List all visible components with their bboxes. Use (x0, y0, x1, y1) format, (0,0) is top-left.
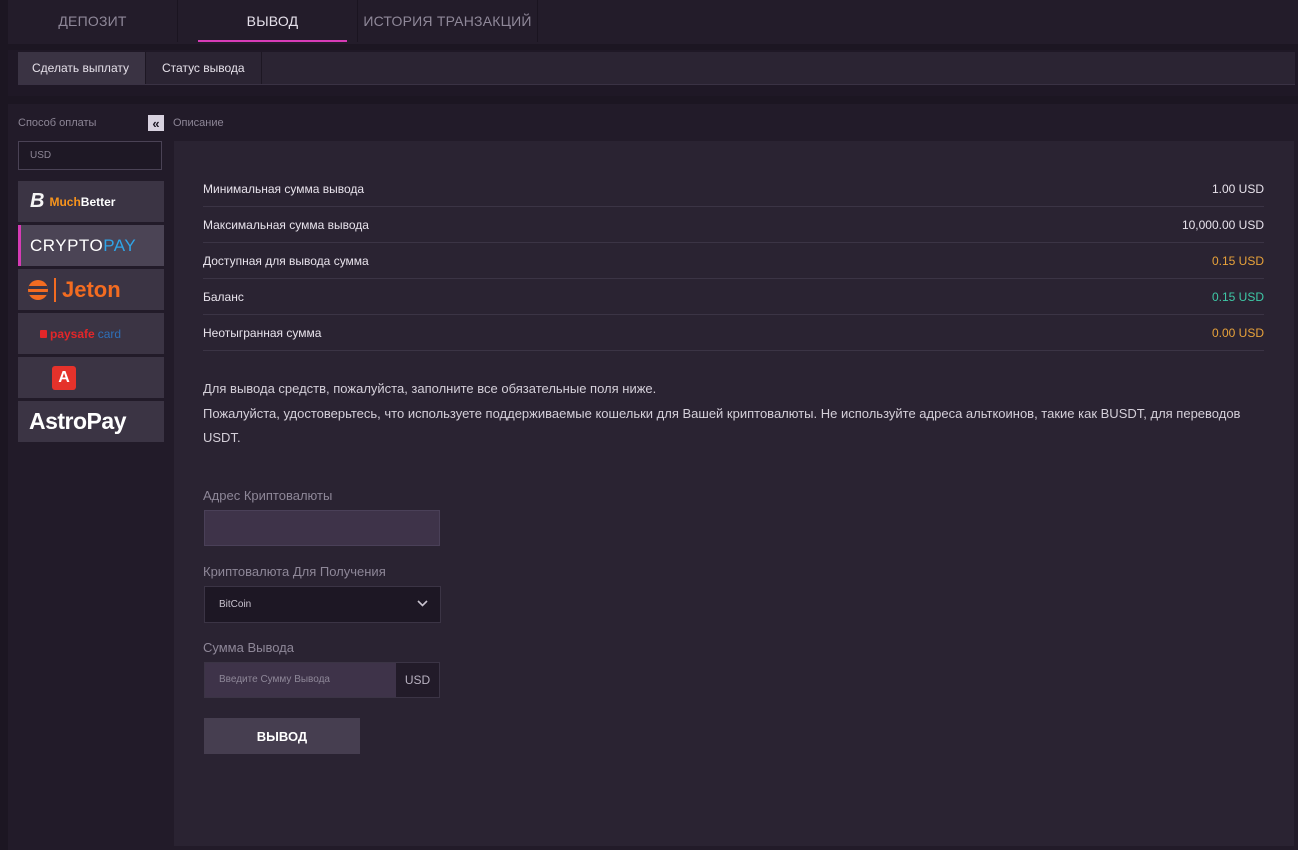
payment-method-jeton[interactable]: Jeton (18, 269, 164, 310)
astropay-logo: AstroPay (29, 408, 126, 434)
withdraw-amount-label: Сумма Вывода (203, 640, 294, 655)
info-row-available: Доступная для вывода сумма 0.15 USD (203, 243, 1264, 279)
withdraw-amount-group: Введите Сумму Вывода USD (204, 662, 440, 698)
jeton-logo: Jeton (18, 277, 121, 303)
withdraw-notice: Для вывода средств, пожалуйста, заполнит… (203, 377, 1273, 451)
muchbetter-logo: B MuchBetter (18, 190, 115, 213)
withdraw-submit-button[interactable]: ВЫВОД (204, 718, 360, 754)
withdraw-amount-currency: USD (396, 663, 439, 697)
info-label: Минимальная сумма вывода (203, 181, 365, 196)
tab-withdraw[interactable]: ВЫВОД (188, 0, 358, 42)
limits-table: Минимальная сумма вывода 1.00 USD Максим… (203, 171, 1264, 351)
tab-transaction-history[interactable]: ИСТОРИЯ ТРАНЗАКЦИЙ (358, 0, 538, 42)
subtab-withdraw-status[interactable]: Статус вывода (146, 52, 262, 84)
muchbetter-b-icon: B (30, 190, 45, 212)
a-logo: A (18, 365, 76, 390)
info-value: 1.00 USD (1211, 181, 1264, 196)
withdraw-amount-input[interactable]: Введите Сумму Вывода (205, 663, 396, 697)
notice-line-1: Для вывода средств, пожалуйста, заполнит… (203, 381, 657, 396)
sub-tab-bar: Сделать выплату Статус вывода (8, 50, 1298, 96)
crypto-address-label: Адрес Криптовалюты (203, 488, 333, 503)
tab-spacer (178, 0, 188, 42)
top-tabs: ДЕПОЗИТ ВЫВОД ИСТОРИЯ ТРАНЗАКЦИЙ (8, 0, 1298, 44)
info-row-unwagered: Неотыгранная сумма 0.00 USD (203, 315, 1264, 351)
crypto-currency-select[interactable]: BitCoin (204, 586, 441, 623)
info-value: 10,000.00 USD (1181, 217, 1264, 232)
paysafecard-paysafe: paysafe (50, 326, 95, 341)
description-label: Описание (173, 117, 224, 129)
crypto-currency-label: Криптовалюта Для Получения (203, 564, 386, 579)
info-value: 0.15 USD (1211, 253, 1264, 268)
a-logo-icon: A (52, 365, 76, 390)
paysafecard-lock-icon (40, 329, 47, 338)
subtab-make-payout[interactable]: Сделать выплату (18, 52, 146, 84)
notice-line-2: Пожалуйста, удостоверьтесь, что использу… (203, 405, 1241, 446)
currency-filter-select[interactable]: USD (18, 141, 162, 170)
jeton-text: Jeton (62, 276, 121, 302)
withdraw-details: Минимальная сумма вывода 1.00 USD Максим… (174, 141, 1294, 846)
info-label: Неотыгранная сумма (203, 325, 322, 340)
payment-method-a[interactable]: A (18, 357, 164, 398)
payment-method-paysafecard[interactable]: paysafe card (18, 313, 164, 354)
payment-method-astropay[interactable]: AstroPay (18, 401, 164, 442)
payment-method-muchbetter[interactable]: B MuchBetter (18, 181, 164, 222)
info-label: Баланс (203, 289, 244, 304)
payment-method-cryptopay[interactable]: CRYPTOPAY (18, 225, 164, 266)
info-value: 0.00 USD (1211, 325, 1264, 340)
payment-method-label: Способ оплаты (18, 117, 97, 129)
cryptopay-pay: PAY (103, 235, 137, 255)
paysafecard-card: card (97, 326, 122, 341)
muchbetter-much: Much (49, 194, 81, 209)
sub-tabs: Сделать выплату Статус вывода (18, 52, 1295, 85)
info-value: 0.15 USD (1211, 289, 1264, 304)
cryptopay-crypto: CRYPTO (30, 235, 104, 255)
crypto-address-input[interactable] (204, 510, 440, 546)
payment-method-list: B MuchBetter CRYPTOPAY Jeton paysafe card… (18, 181, 164, 445)
info-row-min: Минимальная сумма вывода 1.00 USD (203, 171, 1264, 207)
info-row-balance: Баланс 0.15 USD (203, 279, 1264, 315)
tab-deposit[interactable]: ДЕПОЗИТ (8, 0, 178, 42)
crypto-currency-value: BitCoin (219, 599, 252, 610)
info-label: Доступная для вывода сумма (203, 253, 369, 268)
cryptopay-logo: CRYPTOPAY (21, 236, 136, 256)
chevron-down-icon (417, 600, 428, 607)
paysafecard-logo: paysafe card (18, 327, 121, 341)
collapse-sidebar-button[interactable]: « (148, 115, 164, 131)
info-row-max: Максимальная сумма вывода 10,000.00 USD (203, 207, 1264, 243)
jeton-icon (28, 279, 48, 300)
muchbetter-better: Better (80, 194, 116, 209)
info-label: Максимальная сумма вывода (203, 217, 369, 232)
